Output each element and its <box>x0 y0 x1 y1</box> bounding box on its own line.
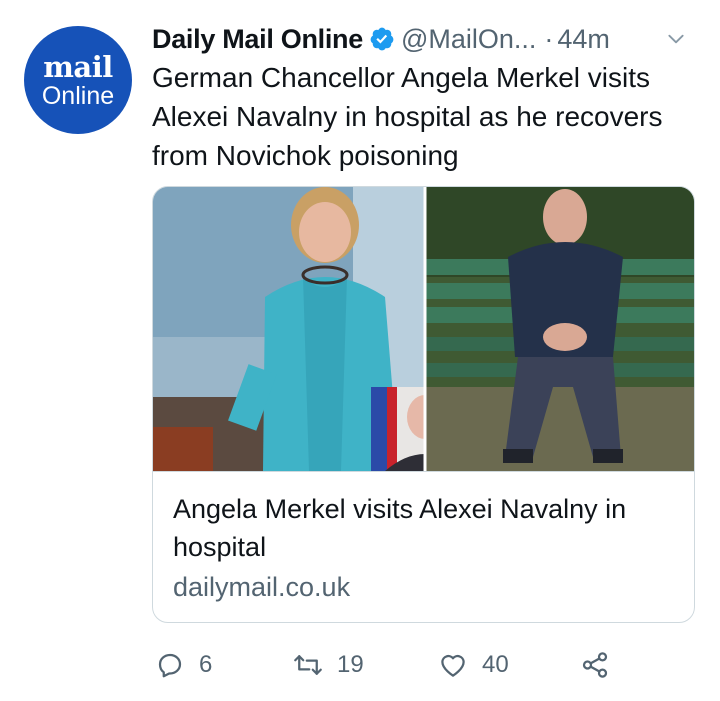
retweet-count: 19 <box>337 651 364 678</box>
like-icon <box>441 654 465 677</box>
reply-button[interactable]: 6 <box>155 645 212 685</box>
reply-icon <box>158 653 182 678</box>
link-card[interactable]: Angela Merkel visits Alexei Navalny in h… <box>152 186 695 623</box>
tweet-text: German Chancellor Angela Merkel visits A… <box>152 62 663 171</box>
card-image[interactable] <box>153 187 694 471</box>
tweet-actions: 6 19 40 <box>155 645 715 685</box>
avatar[interactable]: mail Online <box>24 26 132 134</box>
card-body[interactable]: Angela Merkel visits Alexei Navalny in h… <box>153 471 694 622</box>
like-button[interactable]: 40 <box>438 645 509 685</box>
separator-dot: · <box>544 23 554 54</box>
retweet-icon <box>294 655 322 675</box>
retweet-button[interactable]: 19 <box>293 645 364 685</box>
timestamp[interactable]: 44m <box>557 24 610 55</box>
display-name[interactable]: Daily Mail Online <box>152 24 363 55</box>
chevron-down-icon[interactable] <box>666 29 686 49</box>
share-button[interactable] <box>580 645 610 685</box>
card-domain: dailymail.co.uk <box>173 572 351 602</box>
like-count: 40 <box>482 651 509 678</box>
avatar-logo-line1: mail <box>43 49 113 84</box>
reply-count: 6 <box>199 651 213 678</box>
share-icon <box>582 652 608 678</box>
handle[interactable]: @MailOn... <box>401 24 536 55</box>
verified-badge-icon <box>370 27 394 51</box>
avatar-logo-line2: Online <box>41 81 115 110</box>
card-title: Angela Merkel visits Alexei Navalny in h… <box>173 494 627 562</box>
tweet-header: Daily Mail Online @MailOn... · 44m <box>152 20 712 58</box>
